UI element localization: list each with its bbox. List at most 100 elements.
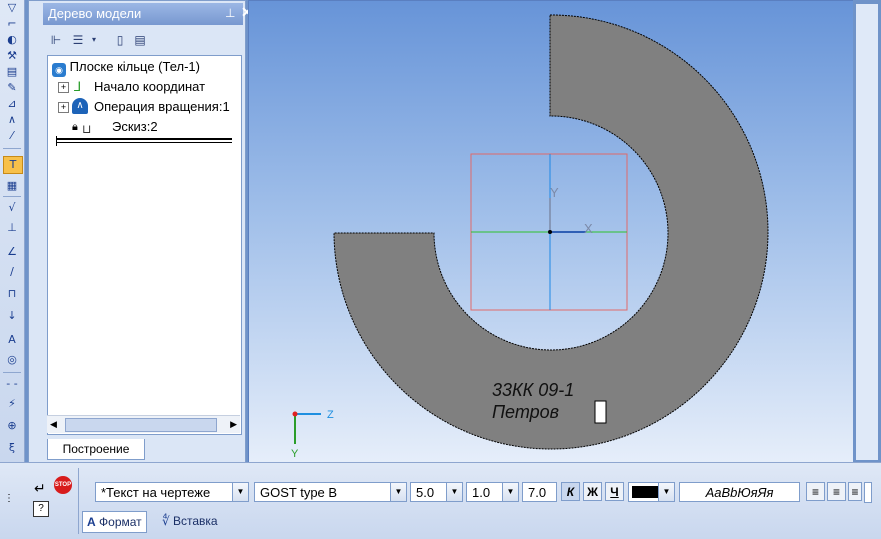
tree-item-label: Плоске кільце (Тел-1) <box>69 59 200 74</box>
tree-item-root[interactable]: ◉ Плоске кільце (Тел-1) <box>52 58 200 77</box>
pencil-icon[interactable]: ✎ <box>3 80 21 96</box>
circle-mark-icon[interactable]: ◎ <box>3 352 21 368</box>
step-value: 7.0 <box>528 485 547 500</box>
step-input[interactable]: 7.0 <box>522 482 557 502</box>
part-icon: ◉ <box>52 63 66 77</box>
annotation-line1: 33КК 09-1 <box>492 380 574 400</box>
properties-icon[interactable]: ▤ <box>131 31 149 49</box>
chevron-down-icon[interactable]: ▼ <box>658 483 674 501</box>
triad-origin <box>292 411 298 417</box>
origin-point <box>548 230 552 234</box>
stop-icon[interactable]: STOP <box>54 476 72 494</box>
left-toolbar: ▽ ⌐ ◐ ⚒ ▤ ✎ ⊿ ∧ ⁄ T ▦ √ ⊥ ∠ ∕ ⊓ ↓ A ◎ - … <box>0 0 25 462</box>
color-swatch <box>632 486 658 498</box>
model-viewport[interactable]: Y X 33КК 09-1 Петров Z Y <box>248 0 854 464</box>
toolbar-separator <box>3 148 21 149</box>
cut-icon[interactable]: A <box>3 332 21 348</box>
tree-view-icon[interactable]: ⊩ <box>47 31 65 49</box>
chart-icon[interactable]: ▤ <box>3 64 21 80</box>
wave-line-icon[interactable]: ⚡ <box>3 396 21 412</box>
tree-header: Дерево модели ⊥ ✕ <box>43 3 253 25</box>
revolve-icon: ∧ <box>72 98 88 114</box>
toolbar-separator <box>3 372 21 373</box>
enter-icon[interactable]: ↵ <box>34 480 46 497</box>
font-value: GOST type B <box>260 485 338 500</box>
position-icon[interactable]: ∕ <box>3 264 21 280</box>
bar-separator <box>78 468 79 534</box>
lock-icon: 🔒︎ <box>72 121 78 133</box>
viewport-canvas[interactable]: Y X 33КК 09-1 Петров Z Y <box>249 1 853 463</box>
expand-icon[interactable]: + <box>58 102 69 113</box>
text-style-select[interactable]: *Текст на чертеже ▼ <box>95 482 249 502</box>
color-select[interactable]: ▼ <box>628 482 675 502</box>
sphere-icon[interactable]: ◐ <box>3 32 21 48</box>
tree-item-label: Операция вращения:1 <box>94 99 230 114</box>
tree-toolbar: ⊩ ☰ ▾ ▯ ▤ <box>43 27 243 53</box>
tree-view: ◉ Плоске кільце (Тел-1) + ⅃ Начало коорд… <box>47 55 242 435</box>
measure-icon[interactable]: ⊿ <box>3 96 21 112</box>
underline-button[interactable]: Ч <box>605 482 624 501</box>
chevron-down-icon[interactable]: ▼ <box>502 483 518 501</box>
scroll-left-icon[interactable]: ◀ <box>50 416 57 433</box>
align-center-icon[interactable]: ≡ <box>827 482 846 501</box>
tree-title: Дерево модели <box>48 6 142 21</box>
text-tool-icon[interactable]: T <box>3 156 23 174</box>
expand-icon[interactable]: + <box>58 82 69 93</box>
font-select[interactable]: GOST type B ▼ <box>254 482 407 502</box>
scroll-right-icon[interactable]: ▶ <box>230 416 237 433</box>
tab-format[interactable]: A Формат <box>82 511 147 533</box>
tab-format-label: Формат <box>99 515 142 529</box>
tree-horizontal-scrollbar[interactable]: ◀ ▶ <box>47 415 240 433</box>
pin-icon[interactable]: ⊥ <box>225 6 235 20</box>
toolbar-overflow[interactable] <box>864 482 872 503</box>
annotation-line2: Петров <box>492 402 559 422</box>
tree-item-label: Начало координат <box>94 79 206 94</box>
scroll-thumb[interactable] <box>65 418 217 432</box>
chevron-down-icon[interactable]: ▾ <box>85 31 103 49</box>
roughness-icon[interactable]: √ <box>3 200 21 216</box>
base-icon[interactable]: ⊥ <box>3 220 21 236</box>
select-icon[interactable]: ⌐ <box>3 16 21 32</box>
tolerance-icon[interactable]: ⊓ <box>3 286 21 302</box>
tree-separator <box>56 138 232 143</box>
text-style-value: *Текст на чертеже <box>101 485 211 500</box>
page-icon[interactable]: ▯ <box>111 31 129 49</box>
tree-item-label: Эскиз:2 <box>112 119 158 134</box>
align-left-icon[interactable]: ≡ <box>806 482 825 501</box>
model-tree-panel: Дерево модели ⊥ ✕ ⊩ ☰ ▾ ▯ ▤ ◉ Плоске кіл… <box>28 0 253 464</box>
insert-icon: ∜ <box>162 514 170 528</box>
spiral-icon[interactable]: ξ <box>3 440 21 456</box>
arrow-view-icon[interactable]: ↓ <box>3 308 21 324</box>
angle-icon[interactable]: ∧ <box>3 112 21 128</box>
origin-y-label: Y <box>550 185 559 200</box>
font-preview-text: АаВbЮяЯя <box>705 485 774 500</box>
format-icon: A <box>87 515 96 529</box>
triad-z-label: Z <box>327 409 334 421</box>
tab-build[interactable]: Построение <box>47 439 145 460</box>
chevron-down-icon[interactable]: ▼ <box>390 483 406 501</box>
height-select[interactable]: 5.0 ▼ <box>410 482 463 502</box>
text-cursor-box <box>594 400 607 424</box>
origin-x-label: X <box>584 221 593 236</box>
axes-icon: ⅃ <box>74 79 82 94</box>
sketch-icon: ⊔ <box>82 122 92 136</box>
narrowing-select[interactable]: 1.0 ▼ <box>466 482 519 502</box>
help-icon[interactable]: ? <box>33 501 49 517</box>
filter-icon[interactable]: ▽ <box>3 0 21 16</box>
dashed-line-icon[interactable]: - - <box>3 376 21 392</box>
align-right-icon[interactable]: ≡ <box>848 482 862 501</box>
tab-insert-label: Вставка <box>173 514 218 528</box>
chevron-down-icon[interactable]: ▼ <box>446 483 462 501</box>
leader-icon[interactable]: ∠ <box>3 244 21 260</box>
toolbar-separator <box>3 196 21 197</box>
chevron-down-icon[interactable]: ▼ <box>232 483 248 501</box>
right-panel-strip <box>856 4 878 460</box>
line-icon[interactable]: ⁄ <box>3 128 21 144</box>
font-preview: АаВbЮяЯя <box>679 482 800 502</box>
italic-button[interactable]: К <box>561 482 580 501</box>
tab-insert[interactable]: ∜ Вставка <box>158 511 222 531</box>
center-mark-icon[interactable]: ⊕ <box>3 418 21 434</box>
bold-button[interactable]: Ж <box>583 482 602 501</box>
table-icon[interactable]: ▦ <box>3 178 21 194</box>
wrench-icon[interactable]: ⚒ <box>3 48 21 64</box>
